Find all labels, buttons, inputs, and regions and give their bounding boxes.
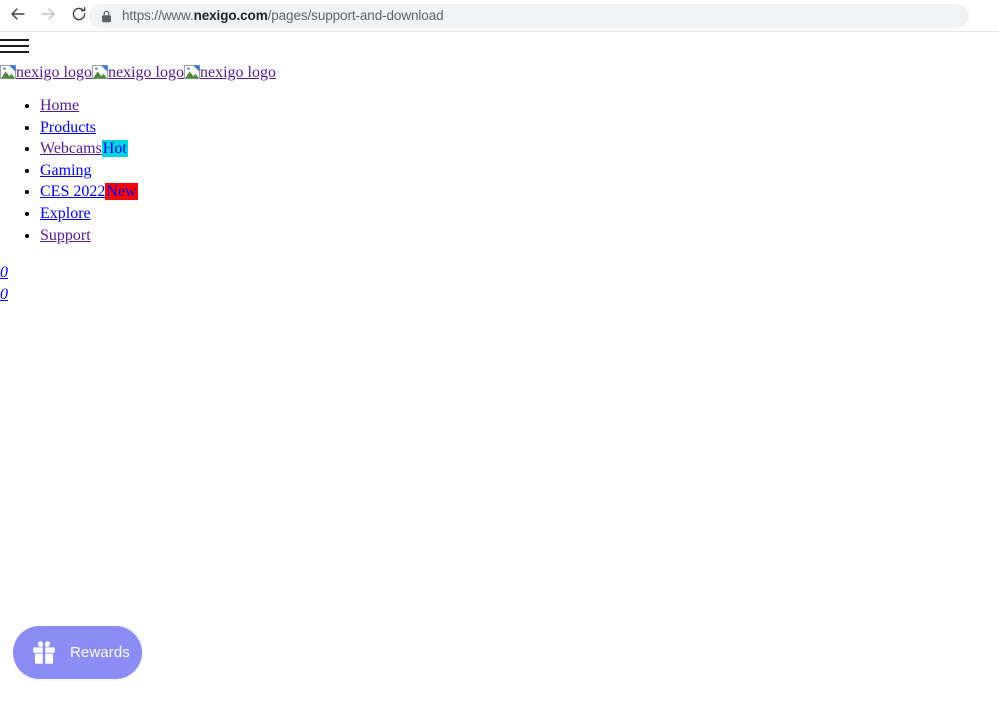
back-button[interactable] xyxy=(4,2,32,30)
logo-link-1[interactable]: nexigo logo xyxy=(0,63,92,83)
gift-icon xyxy=(31,640,57,666)
nav-link-products[interactable]: Products xyxy=(40,119,96,136)
lock-icon[interactable] xyxy=(101,10,112,23)
url-text: https://www.nexigo.com/pages/support-and… xyxy=(122,9,444,23)
nav-link-gaming[interactable]: Gaming xyxy=(40,162,92,179)
nav-item-webcams: WebcamsHot xyxy=(40,138,138,160)
page-body: nexigo logo nexigo logo nexigo logo • Ho… xyxy=(0,32,999,679)
reload-icon xyxy=(70,5,88,26)
broken-image-icon xyxy=(92,64,108,80)
rewards-button[interactable]: Rewards xyxy=(13,626,142,679)
hamburger-line xyxy=(0,45,29,47)
forward-button[interactable] xyxy=(34,2,62,30)
logo-link-3[interactable]: nexigo logo xyxy=(184,63,276,83)
logo-row: nexigo logo nexigo logo nexigo logo xyxy=(0,63,276,85)
arrow-right-icon xyxy=(39,5,57,26)
browser-toolbar: https://www.nexigo.com/pages/support-and… xyxy=(0,0,999,32)
rewards-label: Rewards xyxy=(70,644,130,661)
url-path: /pages/support-and-download xyxy=(267,8,444,24)
address-bar[interactable]: https://www.nexigo.com/pages/support-and… xyxy=(89,4,969,28)
nav-item-ces-2022: CES 2022New xyxy=(40,181,138,203)
page-viewport: nexigo logo nexigo logo nexigo logo • Ho… xyxy=(0,32,999,714)
logo-alt-text: nexigo logo xyxy=(16,64,92,81)
broken-image-icon xyxy=(0,64,16,80)
nav-item-products: Products xyxy=(40,117,138,139)
nav-link-ces-2022[interactable]: CES 2022 xyxy=(40,183,105,200)
nav-badge-hot: Hot xyxy=(101,140,128,158)
logo-link-2[interactable]: nexigo logo xyxy=(92,63,184,83)
nav-link-support[interactable]: Support xyxy=(40,227,91,244)
nav-badge-new: New xyxy=(105,183,138,201)
nav-link-home[interactable]: Home xyxy=(40,97,79,114)
url-host: nexigo.com xyxy=(193,8,268,24)
nav-item-home: Home xyxy=(40,95,138,117)
hamburger-menu-icon[interactable] xyxy=(0,37,29,56)
nav-link-webcams[interactable]: Webcams xyxy=(40,140,102,157)
nav-item-support: Support xyxy=(40,225,138,247)
primary-navigation: Home Products WebcamsHot Gaming CES 2022… xyxy=(0,95,138,246)
broken-image-icon xyxy=(184,64,200,80)
wishlist-count-link[interactable]: 0 xyxy=(0,262,8,284)
hamburger-line xyxy=(0,39,29,41)
arrow-left-icon xyxy=(9,5,27,26)
url-scheme: https://www. xyxy=(122,8,194,24)
logo-alt-text: nexigo logo xyxy=(108,64,184,81)
cart-count-link[interactable]: 0 xyxy=(0,284,8,306)
nav-item-gaming: Gaming xyxy=(40,160,138,182)
nav-item-explore: Explore xyxy=(40,203,138,225)
nav-link-explore[interactable]: Explore xyxy=(40,205,91,222)
logo-alt-text: nexigo logo xyxy=(200,64,276,81)
hamburger-line xyxy=(0,51,29,53)
counter-links: 0 0 xyxy=(0,262,8,305)
